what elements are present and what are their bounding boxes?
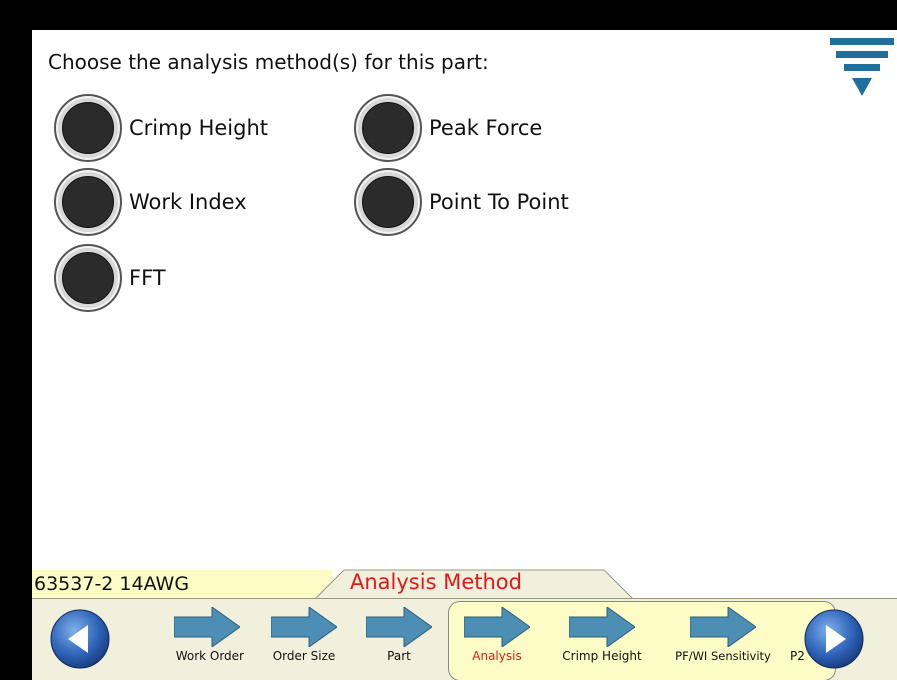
- step-order-size[interactable]: Order Size: [264, 607, 344, 663]
- radio-dot: [362, 176, 414, 228]
- step-work-order[interactable]: Work Order: [172, 607, 244, 663]
- page-title: Choose the analysis method(s) for this p…: [48, 50, 489, 74]
- left-arrow-icon[interactable]: [50, 609, 110, 669]
- step-label: Part: [387, 649, 411, 663]
- radio-button[interactable]: [54, 94, 122, 162]
- step-label: Analysis: [472, 649, 522, 663]
- option-point-to-point[interactable]: Point To Point: [354, 168, 569, 236]
- radio-dot: [62, 176, 114, 228]
- option-label: Point To Point: [429, 190, 569, 214]
- right-arrow-icon: [366, 607, 432, 647]
- step-part[interactable]: Part: [364, 607, 434, 663]
- right-arrow-icon: [174, 607, 240, 647]
- workflow-nav-bar: Work Order Order Size Part Analysis Crim…: [32, 598, 897, 680]
- right-arrow-icon[interactable]: [804, 609, 864, 669]
- screen: Choose the analysis method(s) for this p…: [32, 30, 897, 680]
- option-label: Crimp Height: [129, 116, 269, 140]
- radio-button[interactable]: [54, 244, 122, 312]
- right-arrow-icon: [690, 607, 756, 647]
- option-fft[interactable]: FFT: [54, 244, 166, 312]
- option-peak-force[interactable]: Peak Force: [354, 94, 542, 162]
- right-arrow-icon: [464, 607, 530, 647]
- step-label: Order Size: [272, 649, 336, 663]
- menu-filter-icon[interactable]: [830, 34, 894, 98]
- step-pf-wi-sensitivity[interactable]: PF/WI Sensitivity: [658, 607, 788, 663]
- right-arrow-icon: [569, 607, 635, 647]
- step-analysis[interactable]: Analysis: [462, 607, 532, 663]
- radio-button[interactable]: [354, 94, 422, 162]
- radio-dot: [62, 252, 114, 304]
- part-id-label: 63537-2 14AWG: [32, 570, 332, 598]
- radio-button[interactable]: [354, 168, 422, 236]
- current-step-title: Analysis Method: [350, 570, 522, 594]
- step-label: Work Order: [175, 649, 244, 663]
- step-label: PF/WI Sensitivity: [675, 649, 771, 663]
- radio-button[interactable]: [54, 168, 122, 236]
- step-crimp-height[interactable]: Crimp Height: [552, 607, 652, 663]
- device-frame: Choose the analysis method(s) for this p…: [6, 8, 897, 680]
- option-label: Work Index: [129, 190, 247, 214]
- option-crimp-height[interactable]: Crimp Height: [54, 94, 268, 162]
- step-label: Crimp Height: [562, 649, 642, 663]
- radio-dot: [62, 102, 114, 154]
- option-work-index[interactable]: Work Index: [54, 168, 247, 236]
- radio-dot: [362, 102, 414, 154]
- right-arrow-icon: [271, 607, 337, 647]
- option-label: Peak Force: [429, 116, 543, 140]
- option-label: FFT: [129, 266, 166, 290]
